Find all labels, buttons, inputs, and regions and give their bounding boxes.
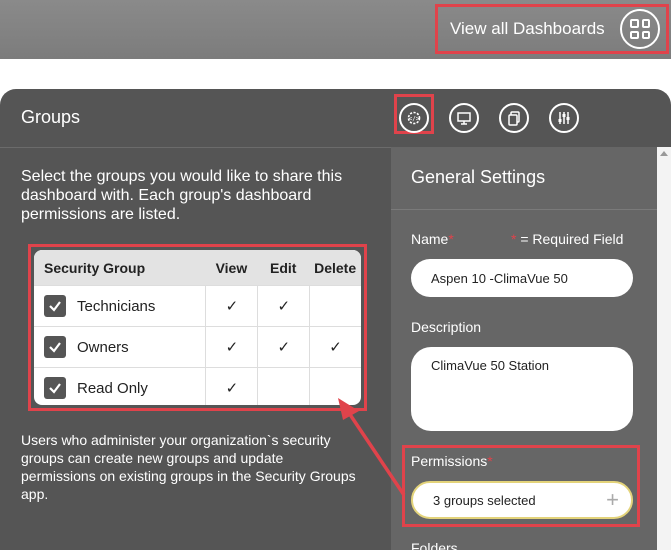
monitor-icon[interactable] (449, 103, 479, 133)
view-all-dashboards-button[interactable]: View all Dashboards (435, 4, 669, 54)
group-name: Owners (77, 338, 129, 356)
column-header: Security Group (44, 259, 146, 276)
groups-title: Groups (21, 107, 81, 127)
divider (0, 147, 391, 148)
scroll-up-arrow-icon[interactable] (660, 151, 668, 156)
edit-checkmark (257, 368, 309, 405)
folders-label: Folders (411, 540, 458, 550)
delete-checkmark: ✓ (309, 327, 361, 367)
general-settings-title: General Settings (411, 167, 546, 187)
scrollbar[interactable] (657, 147, 671, 550)
checkbox[interactable] (44, 377, 66, 399)
dashboard-settings-panel: Groups </> Select the groups you would l… (0, 89, 671, 550)
grid-icon (620, 9, 660, 49)
column-header: Delete (314, 259, 357, 276)
view-checkmark: ✓ (205, 286, 257, 326)
table-header: Security Group View Edit Delete (34, 250, 361, 285)
top-bar: View all Dashboards (0, 0, 671, 59)
column-header: View (215, 259, 248, 276)
name-label: Name* (411, 231, 454, 247)
groups-footnote: Users who administer your organization`s… (21, 432, 356, 502)
sliders-icon[interactable] (549, 103, 579, 133)
table-row: Technicians ✓ ✓ (34, 285, 361, 326)
description-field[interactable]: ClimaVue 50 Station (411, 347, 633, 431)
delete-checkmark (309, 286, 361, 326)
edit-checkmark: ✓ (257, 286, 309, 326)
column-header: Edit (270, 259, 297, 276)
view-all-dashboards-label: View all Dashboards (450, 19, 605, 38)
table-row: Owners ✓ ✓ ✓ (34, 326, 361, 367)
checkbox[interactable] (44, 336, 66, 358)
description-label: Description (411, 319, 482, 335)
name-field[interactable]: Aspen 10 -ClimaVue 50 (411, 259, 633, 297)
table-row: Read Only ✓ (34, 367, 361, 405)
delete-checkmark (309, 368, 361, 405)
groups-table-highlight: Security Group View Edit Delete Technici… (28, 244, 367, 411)
view-checkmark: ✓ (205, 368, 257, 405)
plus-icon[interactable]: + (606, 489, 619, 511)
security-groups-table: Security Group View Edit Delete Technici… (34, 250, 361, 405)
edit-checkmark: ✓ (257, 327, 309, 367)
group-name: Technicians (77, 297, 156, 315)
divider (391, 209, 657, 210)
svg-text:</>: </> (409, 116, 420, 123)
permissions-label: Permissions* (411, 453, 493, 469)
copy-icon[interactable] (499, 103, 529, 133)
gear-code-icon[interactable]: </> (399, 103, 429, 133)
permissions-value: 3 groups selected (433, 492, 536, 508)
checkbox[interactable] (44, 295, 66, 317)
permissions-field[interactable]: 3 groups selected + (411, 481, 633, 519)
view-checkmark: ✓ (205, 327, 257, 367)
group-name: Read Only (77, 379, 148, 397)
groups-intro-text: Select the groups you would like to shar… (21, 168, 343, 223)
required-field-note: * = Required Field (511, 231, 624, 247)
